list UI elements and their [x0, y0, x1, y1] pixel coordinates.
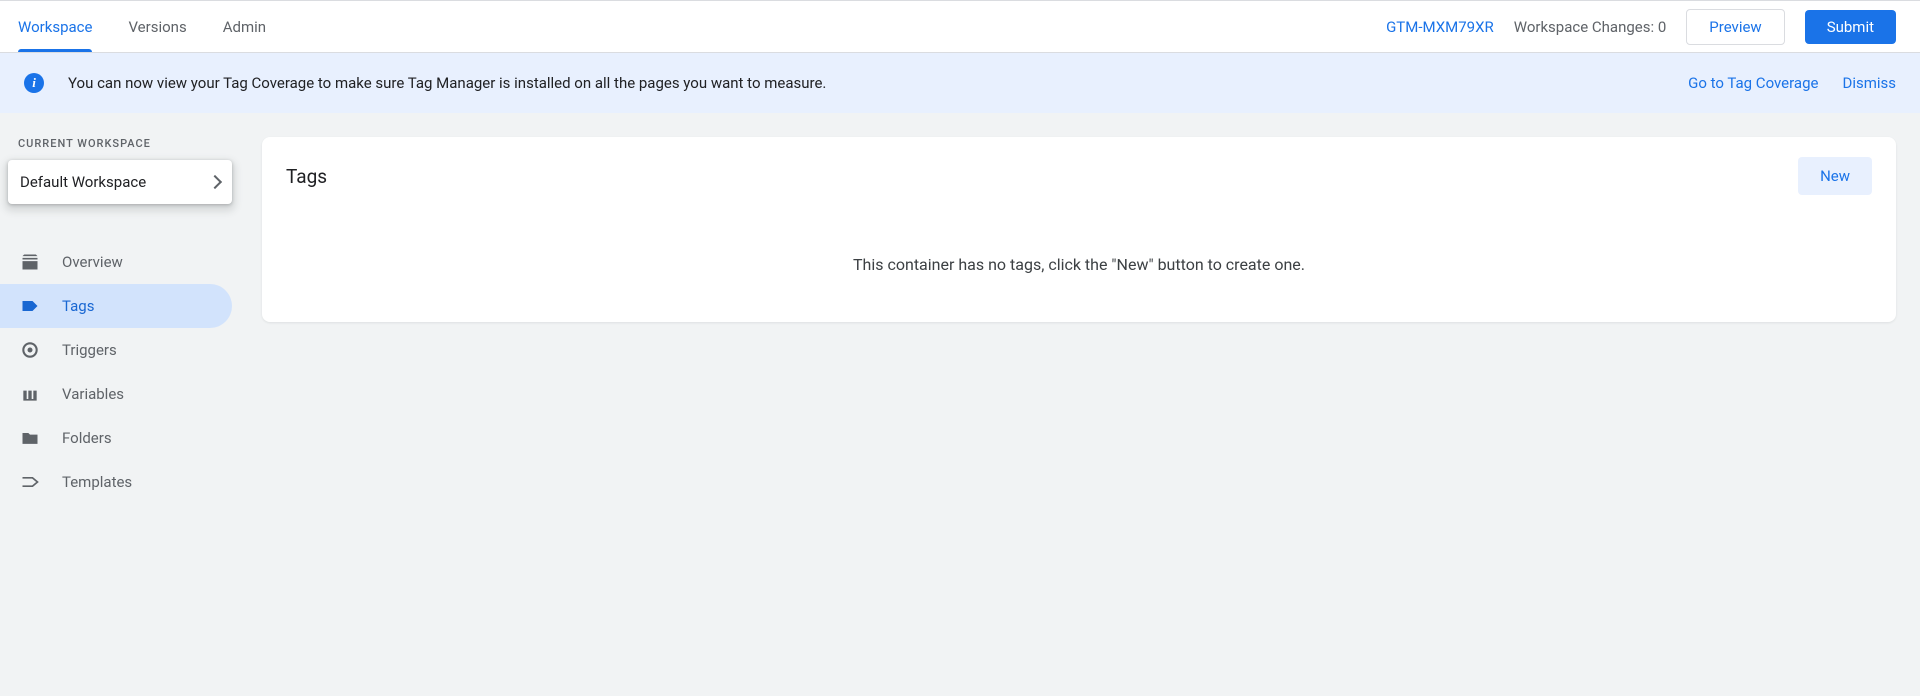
top-bar: Workspace Versions Admin GTM-MXM79XR Wor…	[0, 1, 1920, 53]
folder-icon	[20, 428, 40, 448]
card-title: Tags	[286, 165, 327, 188]
sidebar-item-label: Templates	[62, 473, 132, 491]
info-icon: i	[24, 73, 44, 93]
sidebar: Current Workspace Default Workspace Over…	[0, 113, 248, 696]
sidebar-item-folders[interactable]: Folders	[0, 416, 232, 460]
banner-text: You can now view your Tag Coverage to ma…	[68, 74, 826, 92]
container-id-link[interactable]: GTM-MXM79XR	[1386, 18, 1494, 36]
tab-versions[interactable]: Versions	[128, 1, 186, 52]
tab-admin[interactable]: Admin	[223, 1, 266, 52]
go-to-tag-coverage-link[interactable]: Go to Tag Coverage	[1688, 74, 1818, 92]
sidebar-item-templates[interactable]: Templates	[0, 460, 232, 504]
tag-icon	[20, 296, 40, 316]
sidebar-item-tags[interactable]: Tags	[0, 284, 232, 328]
sidebar-item-label: Triggers	[62, 341, 117, 359]
chevron-right-icon	[208, 175, 222, 189]
workspace-name: Default Workspace	[20, 173, 146, 191]
overview-icon	[20, 252, 40, 272]
sidebar-item-overview[interactable]: Overview	[0, 240, 232, 284]
workspace-changes-label: Workspace Changes: 0	[1514, 18, 1667, 36]
tab-workspace[interactable]: Workspace	[18, 1, 92, 52]
sidebar-item-triggers[interactable]: Triggers	[0, 328, 232, 372]
main-content: Tags New This container has no tags, cli…	[248, 113, 1920, 696]
template-icon	[20, 472, 40, 492]
empty-state-text: This container has no tags, click the "N…	[286, 255, 1872, 274]
info-banner: i You can now view your Tag Coverage to …	[0, 53, 1920, 113]
variable-icon	[20, 384, 40, 404]
sidebar-item-variables[interactable]: Variables	[0, 372, 232, 416]
sidebar-item-label: Tags	[62, 297, 94, 315]
workspace-selector[interactable]: Default Workspace	[8, 160, 232, 204]
sidebar-header: Current Workspace	[0, 137, 248, 150]
sidebar-item-label: Variables	[62, 385, 124, 403]
sidebar-item-label: Folders	[62, 429, 112, 447]
submit-button[interactable]: Submit	[1805, 10, 1896, 44]
tags-card: Tags New This container has no tags, cli…	[262, 137, 1896, 322]
dismiss-banner-link[interactable]: Dismiss	[1842, 74, 1896, 92]
new-tag-button[interactable]: New	[1798, 157, 1872, 195]
trigger-icon	[20, 340, 40, 360]
preview-button[interactable]: Preview	[1686, 9, 1784, 45]
sidebar-item-label: Overview	[62, 253, 123, 271]
